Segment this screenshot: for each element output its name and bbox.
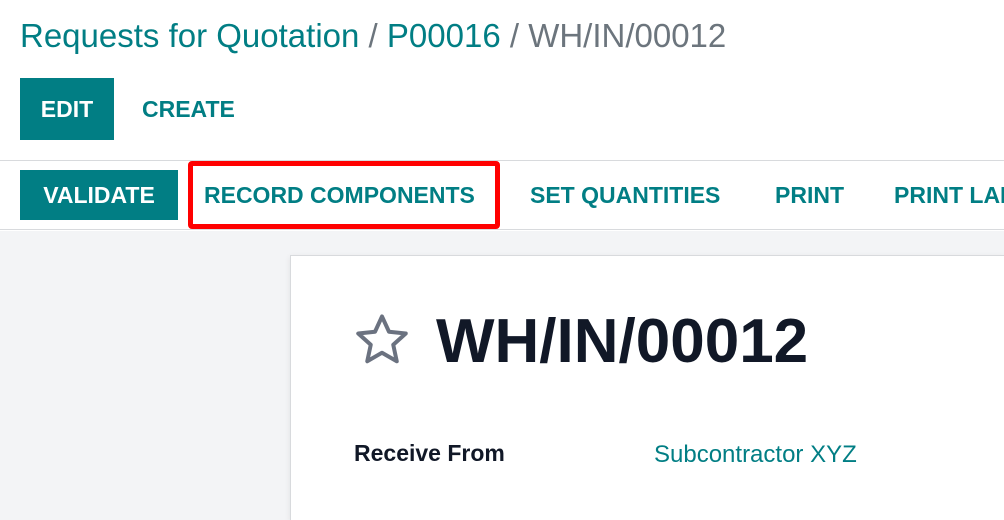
breadcrumb-separator: /: [509, 17, 529, 54]
breadcrumb-separator: /: [368, 17, 387, 54]
record-title: WH/IN/00012: [436, 307, 809, 376]
breadcrumb: Requests for Quotation / P00016 / WH/IN/…: [20, 16, 726, 56]
record-components-button[interactable]: RECORD COMPONENTS: [204, 170, 475, 220]
star-outline-icon[interactable]: [352, 310, 412, 370]
create-button[interactable]: CREATE: [132, 78, 245, 140]
set-quantities-button[interactable]: SET QUANTITIES: [530, 170, 720, 220]
control-panel: Requests for Quotation / P00016 / WH/IN/…: [0, 0, 1004, 160]
breadcrumb-current: WH/IN/00012: [528, 17, 727, 54]
field-label-receive-from: Receive From: [354, 440, 505, 466]
field-value-receive-from[interactable]: Subcontractor XYZ: [654, 440, 857, 470]
form-sheet: [290, 255, 1004, 520]
form-statusbar: VALIDATE RECORD COMPONENTS SET QUANTITIE…: [0, 160, 1004, 230]
breadcrumb-item-po[interactable]: P00016: [387, 17, 501, 54]
edit-button[interactable]: EDIT: [20, 78, 114, 140]
breadcrumb-item-rfq[interactable]: Requests for Quotation: [20, 17, 359, 54]
print-button[interactable]: PRINT: [775, 170, 844, 220]
validate-button[interactable]: VALIDATE: [20, 170, 178, 220]
print-labels-button[interactable]: PRINT LABELS: [894, 170, 1004, 220]
